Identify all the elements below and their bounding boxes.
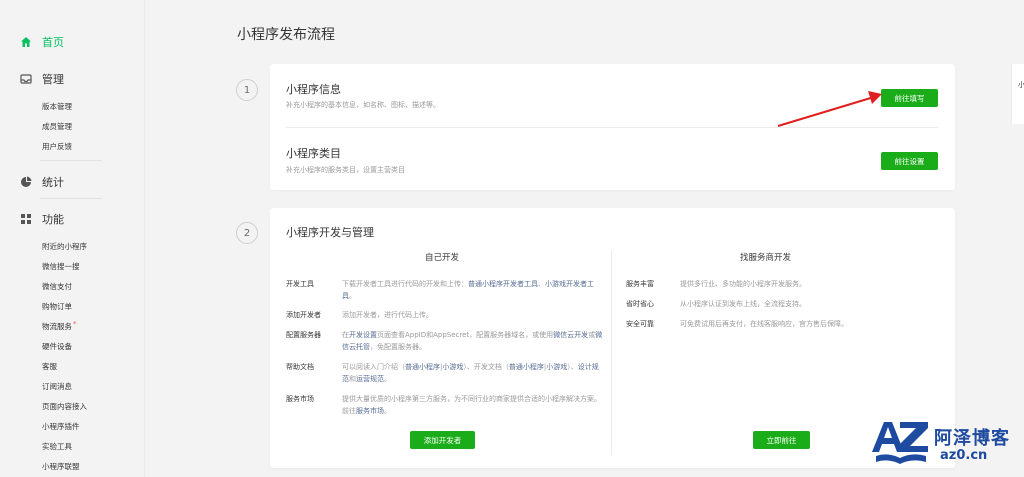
intro-miniprogram-link[interactable]: 普通小程序 [405, 363, 440, 371]
info-desc: 补充小程序的基本信息，如名称、图标、描述等。 [286, 101, 440, 109]
sidebar-item-pay[interactable]: 微信支付 [42, 281, 72, 292]
pie-chart-icon [20, 176, 32, 188]
desc-text: 。 [384, 375, 391, 383]
service-market-link[interactable]: 服务市场 [356, 407, 384, 415]
intro-game-link[interactable]: 小游戏 [442, 363, 463, 371]
sidebar-item-version[interactable]: 版本管理 [42, 101, 72, 112]
devtools-link[interactable]: 普通小程序开发者工具 [468, 280, 538, 288]
nav-stats-label: 统计 [42, 176, 64, 189]
add-developer-button[interactable]: 添加开发者 [410, 431, 475, 449]
docs-miniprogram-link[interactable]: 普通小程序 [509, 363, 544, 371]
nav-home[interactable]: 首页 [20, 34, 64, 50]
desc-text: 。 [349, 292, 356, 300]
desc-text: 可以阅读入门介绍（ [342, 363, 405, 371]
desc-text: ）、开发文档（ [463, 363, 509, 371]
annotation-arrow-icon [777, 91, 882, 127]
nav-stats[interactable]: 统计 [20, 174, 64, 190]
desc-text: 页面查看AppID和AppSecret，配置服务器域名，或使用 [377, 331, 554, 339]
sidebar-item-plugin[interactable]: 小程序插件 [42, 421, 80, 432]
feature-label: 省时省心 [626, 300, 654, 308]
desc-text: 下载开发者工具进行代码的开发和上传： [342, 280, 468, 288]
nav-features-label: 功能 [42, 213, 64, 226]
self-dev-heading: 自己开发 [425, 253, 460, 263]
docs-game-link[interactable]: 小游戏 [546, 363, 567, 371]
feature-label: 添加开发者 [286, 311, 321, 319]
nav-features[interactable]: 功能 [20, 211, 64, 227]
desc-text: ）、 [567, 363, 578, 371]
set-category-button[interactable]: 前往设置 [881, 152, 938, 170]
feature-desc: 从小程序认证到发布上线，全流程支持。 [680, 300, 806, 308]
sidebar-item-search[interactable]: 微信搜一搜 [42, 261, 80, 272]
desc-text: 和 [349, 375, 356, 383]
grid-icon [20, 213, 32, 225]
provider-heading: 找服务商开发 [740, 253, 792, 263]
sidebar-item-feedback[interactable]: 用户反馈 [42, 141, 72, 152]
desc-text: 。 [384, 407, 391, 415]
sidebar-item-logistics[interactable]: 物流服务* [42, 320, 77, 332]
sidebar-divider [40, 198, 102, 199]
go-now-button[interactable]: 立即前往 [753, 431, 810, 449]
sidebar-item-orders[interactable]: 购物订单 [42, 301, 72, 312]
sidebar-item-content[interactable]: 页面内容接入 [42, 401, 87, 412]
inbox-icon [20, 73, 32, 85]
nav-home-label: 首页 [42, 36, 64, 49]
feature-desc: 在开发设置页面查看AppID和AppSecret，配置服务器域名，或使用微信云开… [342, 329, 604, 353]
page-title: 小程序发布流程 [237, 27, 335, 43]
home-icon [20, 36, 32, 48]
dev-manage-title: 小程序开发与管理 [286, 226, 374, 239]
sidebar-divider [40, 160, 102, 161]
step-number-1: 1 [236, 79, 258, 101]
info-title: 小程序信息 [286, 83, 341, 96]
feature-label: 配置服务器 [286, 331, 321, 339]
feature-label: 开发工具 [286, 280, 314, 288]
desc-text: 、 [538, 280, 545, 288]
feature-label: 帮助文档 [286, 363, 314, 371]
feature-desc: 可以阅读入门介绍（普通小程序|小游戏）、开发文档（普通小程序|小游戏）、设计规范… [342, 361, 604, 385]
watermark-url: az0.cn [940, 448, 988, 463]
sidebar-item-hardware[interactable]: 硬件设备 [42, 341, 72, 352]
watermark-logo [872, 422, 928, 464]
sidebar-item-service[interactable]: 客服 [42, 361, 57, 372]
watermark-name: 阿泽博客 [934, 428, 1010, 449]
sidebar-item-alliance[interactable]: 小程序联盟 [42, 461, 80, 472]
side-panel-edge: 小 [1011, 64, 1024, 124]
side-panel-text: 小 [1018, 81, 1024, 89]
desc-text: ，免配置服务器。 [370, 343, 426, 351]
sidebar-item-subscribe[interactable]: 订阅消息 [42, 381, 72, 392]
feature-label: 服务丰富 [626, 280, 654, 288]
step2-card: 小程序开发与管理 自己开发 找服务商开发 开发工具 下载开发者工具进行代码的开发… [270, 208, 955, 468]
desc-text: 在 [342, 331, 349, 339]
sidebar: 首页 管理 版本管理 成员管理 用户反馈 统计 功能 附近的小程序 微信搜一搜 … [0, 0, 145, 477]
sidebar-item-lab[interactable]: 实验工具 [42, 441, 72, 452]
column-divider [611, 250, 612, 455]
feature-label: 安全可靠 [626, 320, 654, 328]
ops-guide-link[interactable]: 运营规范 [356, 375, 384, 383]
sidebar-item-logistics-label: 物流服务 [42, 322, 72, 331]
sidebar-item-nearby[interactable]: 附近的小程序 [42, 241, 87, 252]
feature-desc: 提供大量优质的小程序第三方服务，为不同行业的商家提供合适的小程序解决方案。前往服… [342, 393, 604, 417]
category-desc: 补充小程序的服务类目，设置主营类目 [286, 166, 405, 174]
sidebar-item-members[interactable]: 成员管理 [42, 121, 72, 132]
step-number-2: 2 [236, 222, 258, 244]
feature-desc: 下载开发者工具进行代码的开发和上传：普通小程序开发者工具、小游戏开发者工具。 [342, 278, 604, 302]
feature-desc: 可免费试用后再支付，在线客服响应，官方售后保障。 [680, 320, 848, 328]
feature-desc: 提供多行业、多功能的小程序开发服务。 [680, 280, 806, 288]
required-dot: * [73, 320, 77, 328]
nav-manage[interactable]: 管理 [20, 71, 64, 87]
feature-desc: 添加开发者，进行代码上传。 [342, 311, 433, 319]
nav-manage-label: 管理 [42, 73, 64, 86]
feature-label: 服务市场 [286, 395, 314, 403]
category-title: 小程序类目 [286, 147, 341, 160]
cloud-dev-link[interactable]: 微信云开发 [553, 331, 588, 339]
dev-settings-link[interactable]: 开发设置 [349, 331, 377, 339]
